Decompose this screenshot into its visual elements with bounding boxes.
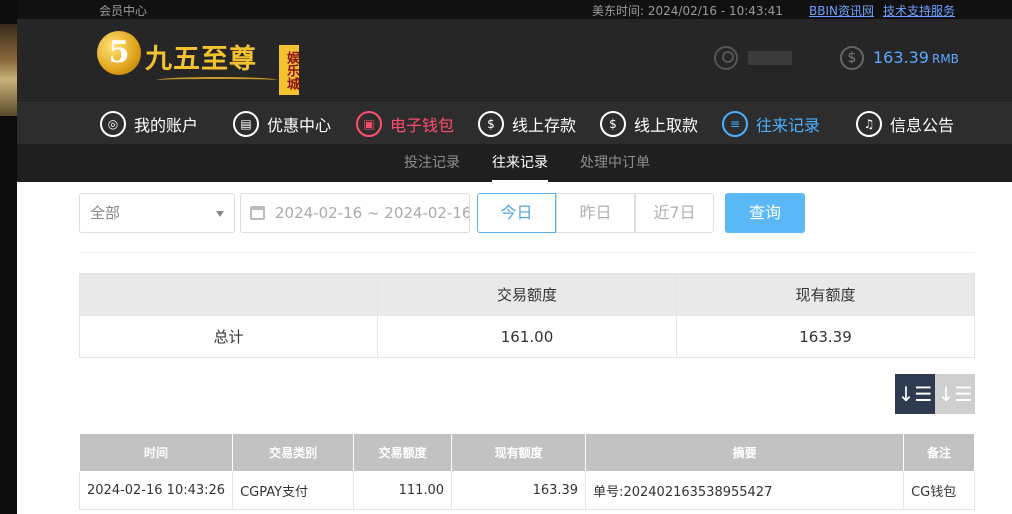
sub-nav: 投注记录 往来记录 处理中订单 [17,144,1012,182]
cell-time: 2024-02-16 10:43:26 [78,471,234,510]
summary-header-row: 交易额度 现有额度 [79,273,975,316]
nav-label: 往来记录 [756,115,821,135]
user-icon: ◎ [100,110,126,137]
last-7-days-button[interactable]: 近7日 [635,193,714,233]
nav-label: 线上取款 [634,115,699,135]
nav-label: 电子钱包 [390,115,455,135]
dollar-icon: $ [840,46,864,70]
date-range-value: 2024-02-16 ~ 2024-02-16 [275,204,470,222]
username-redacted [748,51,792,65]
summary-total-amount: 161.00 [377,315,677,358]
nav-my-account[interactable]: ◎ 我的账户 [100,103,198,144]
nav-label: 我的账户 [134,115,199,135]
col-amount: 交易额度 [353,433,453,472]
cell-summary: 单号:202402163538955427 [585,471,905,510]
nav-online-deposit[interactable]: $ 线上存款 [478,103,576,144]
records-panel: 全部 2024-02-16 ~ 2024-02-16 今日 昨日 近7日 查询 … [17,183,1012,514]
deposit-icon: $ [478,110,504,137]
col-summary: 摘要 [585,433,905,472]
query-button[interactable]: 查询 [725,193,805,233]
tab-pending-orders[interactable]: 处理中订单 [580,144,650,182]
sort-descending-icon[interactable]: ↓☰ [895,374,935,414]
nav-e-wallet[interactable]: ▣ 电子钱包 [356,103,454,144]
background-image [0,24,17,116]
nav-label: 优惠中心 [267,115,332,135]
eastern-time: 美东时间: 2024/02/16 - 10:43:41 [592,4,783,18]
nav-promotions[interactable]: ▤ 优惠中心 [233,103,331,144]
background-edge [0,0,17,514]
summary-header-transaction-amount: 交易额度 [377,273,677,316]
col-time: 时间 [78,433,234,472]
logo-badge: 娱乐城 [279,45,299,95]
tab-bet-records[interactable]: 投注记录 [404,144,460,182]
top-info-bar: 会员中心 美东时间: 2024/02/16 - 10:43:41 BBIN资讯网… [17,0,1012,19]
summary-header-blank [79,273,378,316]
balance-value: 163.39 [873,48,929,67]
summary-table: 交易额度 现有额度 总计 161.00 163.39 [79,273,975,358]
col-remark: 备注 [903,433,975,472]
tech-support-link[interactable]: 技术支持服务 [883,2,955,19]
records-header-row: 时间 交易类别 交易额度 现有额度 摘要 备注 [78,433,975,472]
yesterday-button[interactable]: 昨日 [556,193,635,233]
divider [79,252,975,253]
nav-announcements[interactable]: ♫ 信息公告 [856,103,954,144]
member-center-label: 会员中心 [99,4,148,18]
avatar-icon [714,46,738,70]
nav-label: 线上存款 [512,115,577,135]
type-select[interactable]: 全部 [79,193,235,233]
summary-total-label: 总计 [79,315,378,358]
header: 5 九五至尊 娱乐城 $ 163.39 RMB [17,19,1012,103]
logo-swash [157,77,277,83]
nav-label: 信息公告 [890,115,955,135]
type-select-value: 全部 [90,204,121,222]
withdraw-icon: $ [600,110,626,137]
summary-total-balance: 163.39 [676,315,975,358]
cell-remark: CG钱包 [903,471,975,510]
records-table: 时间 交易类别 交易额度 现有额度 摘要 备注 2024-02-16 10:43… [78,433,975,510]
records-icon: ≡ [722,110,748,137]
gift-icon: ▤ [233,110,259,137]
balance-unit: RMB [931,52,959,66]
bbin-news-link[interactable]: BBIN资讯网 [809,2,874,19]
logo-numeral: 5 [108,35,130,70]
col-type: 交易类别 [232,433,355,472]
chevron-down-icon [216,211,224,217]
wallet-icon: ▣ [356,110,382,137]
cell-balance: 163.39 [451,471,587,510]
summary-header-current-balance: 现有额度 [676,273,975,316]
balance-amount: 163.39 RMB [873,48,959,67]
today-button[interactable]: 今日 [477,193,556,233]
bell-icon: ♫ [856,110,882,137]
brand-logo[interactable]: 5 九五至尊 娱乐城 [97,31,299,95]
tab-transaction-records[interactable]: 往来记录 [492,144,548,182]
member-center-window: 会员中心 美东时间: 2024/02/16 - 10:43:41 BBIN资讯网… [17,0,1012,514]
col-balance: 现有额度 [451,433,587,472]
date-range-input[interactable]: 2024-02-16 ~ 2024-02-16 [240,193,470,233]
sort-ascending-icon[interactable]: ↓☰ [935,374,975,414]
cell-amount: 111.00 [353,471,453,510]
summary-total-row: 总计 161.00 163.39 [79,315,975,358]
nav-transaction-records[interactable]: ≡ 往来记录 [722,103,820,144]
logo-coin-icon: 5 [97,31,141,75]
calendar-icon [250,206,265,220]
main-nav: ◎ 我的账户 ▤ 优惠中心 ▣ 电子钱包 $ 线上存款 $ 线上取款 ≡ 往来记… [17,103,1012,144]
nav-online-withdraw[interactable]: $ 线上取款 [600,103,698,144]
cell-type: CGPAY支付 [232,471,355,510]
logo-text: 九五至尊 [145,44,257,75]
table-row: 2024-02-16 10:43:26 CGPAY支付 111.00 163.3… [78,471,975,510]
